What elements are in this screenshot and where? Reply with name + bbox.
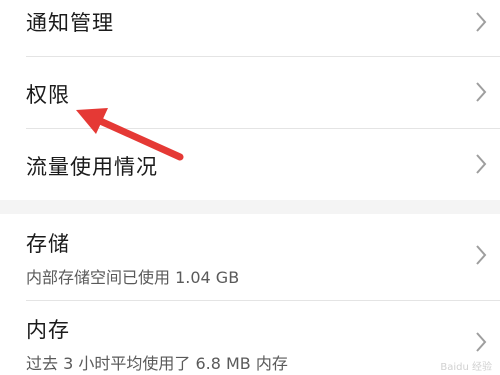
- annotation-arrow-icon: [76, 108, 184, 161]
- watermark: Baidu 经验: [440, 362, 492, 373]
